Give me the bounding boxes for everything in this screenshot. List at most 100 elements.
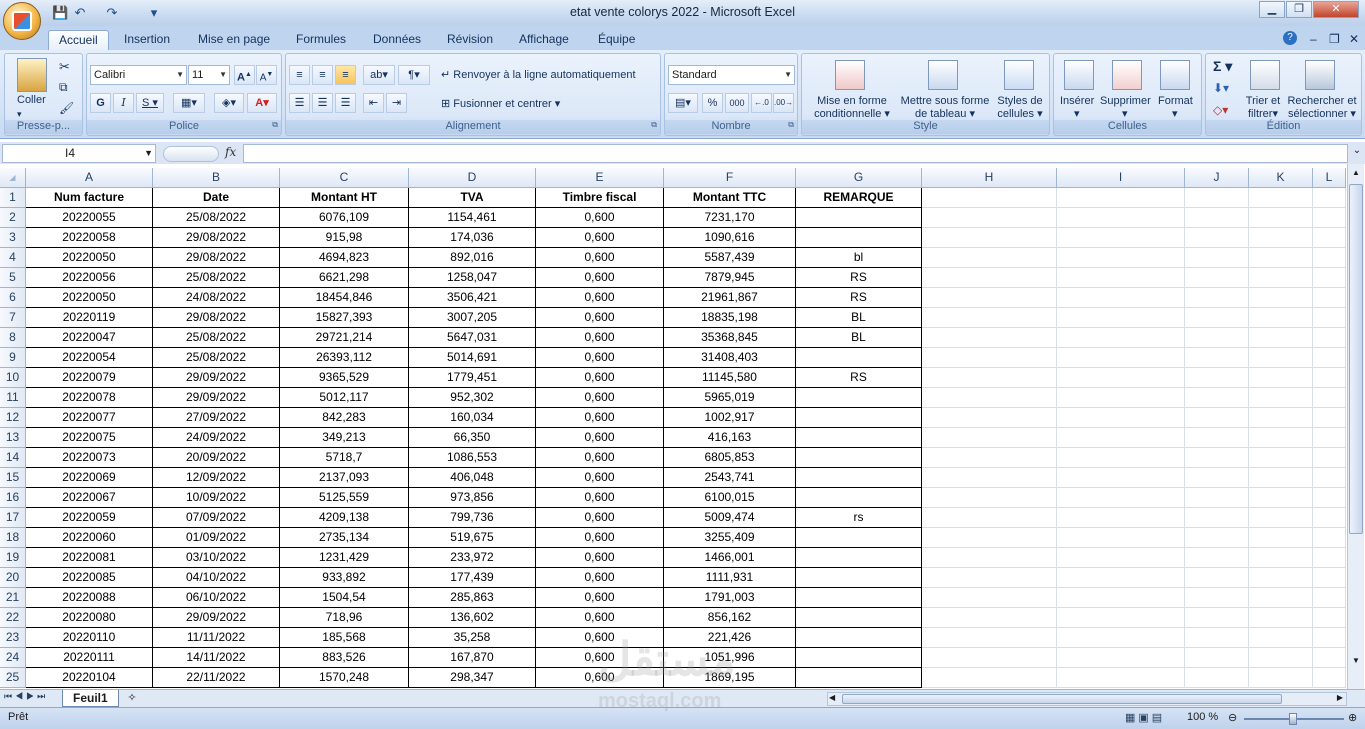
conditional-format-icon[interactable]	[835, 60, 865, 90]
borders-icon[interactable]: ▦▾	[173, 93, 205, 113]
ribbon-close-icon[interactable]: ✕	[1347, 30, 1361, 50]
table-cell[interactable]	[796, 668, 922, 688]
empty-cell[interactable]	[1185, 508, 1249, 528]
table-cell[interactable]: RS	[796, 268, 922, 288]
empty-cell[interactable]	[1185, 308, 1249, 328]
row-header[interactable]: 16	[0, 488, 26, 508]
row-header[interactable]: 23	[0, 628, 26, 648]
empty-cell[interactable]	[922, 248, 1057, 268]
table-cell[interactable]: 0,600	[536, 608, 664, 628]
empty-cell[interactable]	[1249, 308, 1313, 328]
table-cell[interactable]: 0,600	[536, 448, 664, 468]
table-cell[interactable]: 29/08/2022	[153, 308, 280, 328]
column-header-l[interactable]: L	[1313, 168, 1346, 188]
font-name-combo[interactable]: Calibri ▼	[90, 65, 187, 85]
table-cell[interactable]: 1504,54	[280, 588, 409, 608]
empty-cell[interactable]	[1185, 288, 1249, 308]
table-cell[interactable]	[796, 528, 922, 548]
empty-cell[interactable]	[922, 468, 1057, 488]
delete-cells-icon[interactable]	[1112, 60, 1142, 90]
view-buttons-icon[interactable]: ▦▣▤	[1125, 711, 1165, 724]
empty-cell[interactable]	[1057, 328, 1185, 348]
row-header[interactable]: 24	[0, 648, 26, 668]
format-cells-icon[interactable]	[1160, 60, 1190, 90]
row-header[interactable]: 12	[0, 408, 26, 428]
table-cell[interactable]: 7231,170	[664, 208, 796, 228]
empty-cell[interactable]	[1249, 448, 1313, 468]
empty-cell[interactable]	[1249, 388, 1313, 408]
table-cell[interactable]: 20220077	[26, 408, 153, 428]
minimize-button[interactable]: ▁	[1259, 1, 1285, 18]
row-header[interactable]: 8	[0, 328, 26, 348]
align-middle-icon[interactable]: ≡	[312, 65, 333, 85]
empty-cell[interactable]	[1057, 188, 1185, 208]
header-cell[interactable]: TVA	[409, 188, 536, 208]
table-cell[interactable]: 04/10/2022	[153, 568, 280, 588]
table-cell[interactable]: 883,526	[280, 648, 409, 668]
row-header[interactable]: 3	[0, 228, 26, 248]
empty-cell[interactable]	[1313, 288, 1346, 308]
clear-icon[interactable]: ◇▾	[1213, 104, 1228, 117]
header-cell[interactable]: Montant TTC	[664, 188, 796, 208]
table-cell[interactable]: 4209,138	[280, 508, 409, 528]
table-cell[interactable]: 18454,846	[280, 288, 409, 308]
empty-cell[interactable]	[1185, 428, 1249, 448]
table-cell[interactable]: 1111,931	[664, 568, 796, 588]
table-cell[interactable]	[796, 628, 922, 648]
table-cell[interactable]: 20220079	[26, 368, 153, 388]
table-cell[interactable]: 20220055	[26, 208, 153, 228]
shrink-font-icon[interactable]: A▼	[256, 65, 277, 85]
table-cell[interactable]: 5647,031	[409, 328, 536, 348]
table-cell[interactable]: 20220078	[26, 388, 153, 408]
empty-cell[interactable]	[1249, 608, 1313, 628]
zoom-out-icon[interactable]: ⊖	[1228, 711, 1237, 724]
find-select-button[interactable]: Rechercher et sélectionner ▾	[1285, 95, 1359, 121]
table-cell[interactable]: 1570,248	[280, 668, 409, 688]
format-as-table-button[interactable]: Mettre sous forme de tableau ▾	[897, 95, 993, 121]
empty-cell[interactable]	[922, 428, 1057, 448]
empty-cell[interactable]	[1249, 508, 1313, 528]
table-cell[interactable]: bl	[796, 248, 922, 268]
table-cell[interactable]: 20220080	[26, 608, 153, 628]
empty-cell[interactable]	[1249, 208, 1313, 228]
increase-decimal-icon[interactable]: ←.0	[751, 93, 772, 113]
empty-cell[interactable]	[922, 548, 1057, 568]
empty-cell[interactable]	[1249, 348, 1313, 368]
align-center-icon[interactable]: ☰	[312, 93, 333, 113]
column-header-h[interactable]: H	[922, 168, 1057, 188]
empty-cell[interactable]	[1185, 488, 1249, 508]
fill-icon[interactable]: ⬇▾	[1213, 82, 1229, 95]
scroll-right-icon[interactable]: ▶	[1337, 693, 1343, 702]
wrap-text-button[interactable]: ↵ Renvoyer à la ligne automatiquement	[441, 69, 636, 82]
table-cell[interactable]: 11/11/2022	[153, 628, 280, 648]
header-cell[interactable]: Timbre fiscal	[536, 188, 664, 208]
worksheet-grid[interactable]: ◢ A B C D E F G H I J K L 1 Num facture Date Montant HT T…	[0, 168, 1346, 689]
bold-icon[interactable]: G	[90, 93, 111, 113]
empty-cell[interactable]	[1057, 288, 1185, 308]
table-cell[interactable]: 29721,214	[280, 328, 409, 348]
empty-cell[interactable]	[1313, 528, 1346, 548]
table-cell[interactable]: 0,600	[536, 288, 664, 308]
table-cell[interactable]: 167,870	[409, 648, 536, 668]
thousands-button[interactable]: 000	[725, 93, 749, 113]
empty-cell[interactable]	[1313, 268, 1346, 288]
table-cell[interactable]: 25/08/2022	[153, 208, 280, 228]
empty-cell[interactable]	[1057, 308, 1185, 328]
table-cell[interactable]: 06/10/2022	[153, 588, 280, 608]
empty-cell[interactable]	[1057, 628, 1185, 648]
table-cell[interactable]: 35368,845	[664, 328, 796, 348]
table-cell[interactable]	[796, 448, 922, 468]
table-cell[interactable]: 12/09/2022	[153, 468, 280, 488]
empty-cell[interactable]	[1313, 408, 1346, 428]
table-cell[interactable]: RS	[796, 368, 922, 388]
row-header[interactable]: 11	[0, 388, 26, 408]
column-header-b[interactable]: B	[153, 168, 280, 188]
sheet-nav-icon[interactable]: ⏮◀▶⏭	[4, 691, 48, 702]
sort-filter-button[interactable]: Trier et filtrer▾	[1244, 95, 1282, 121]
empty-cell[interactable]	[1185, 448, 1249, 468]
table-cell[interactable]: 20220056	[26, 268, 153, 288]
zoom-level[interactable]: 100 %	[1187, 711, 1218, 723]
table-cell[interactable]: 1002,917	[664, 408, 796, 428]
empty-cell[interactable]	[1313, 608, 1346, 628]
table-cell[interactable]: 1791,003	[664, 588, 796, 608]
